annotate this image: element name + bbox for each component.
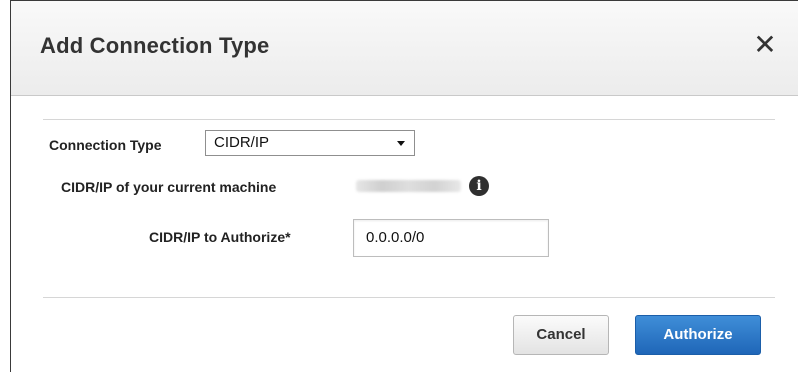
close-icon[interactable]: ✕ bbox=[752, 31, 778, 59]
chevron-down-icon bbox=[397, 141, 405, 146]
authorize-button[interactable]: Authorize bbox=[635, 315, 761, 355]
top-divider bbox=[43, 119, 775, 120]
current-machine-label: CIDR/IP of your current machine bbox=[61, 179, 277, 195]
dialog-title: Add Connection Type bbox=[40, 33, 270, 58]
cidr-authorize-input[interactable]: 0.0.0.0/0 bbox=[353, 219, 549, 257]
connection-type-select[interactable]: CIDR/IP bbox=[205, 130, 415, 156]
bottom-divider bbox=[43, 297, 775, 298]
dialog-header: Add Connection Type ✕ bbox=[11, 1, 798, 96]
cancel-button[interactable]: Cancel bbox=[513, 315, 609, 355]
add-connection-type-dialog: Add Connection Type ✕ Connection Type CI… bbox=[10, 0, 798, 372]
info-icon[interactable]: i bbox=[469, 176, 489, 196]
current-machine-ip-redacted bbox=[356, 180, 461, 192]
connection-type-label: Connection Type bbox=[49, 137, 162, 153]
connection-type-selected-value: CIDR/IP bbox=[214, 134, 270, 151]
authorize-label: CIDR/IP to Authorize* bbox=[149, 229, 291, 245]
